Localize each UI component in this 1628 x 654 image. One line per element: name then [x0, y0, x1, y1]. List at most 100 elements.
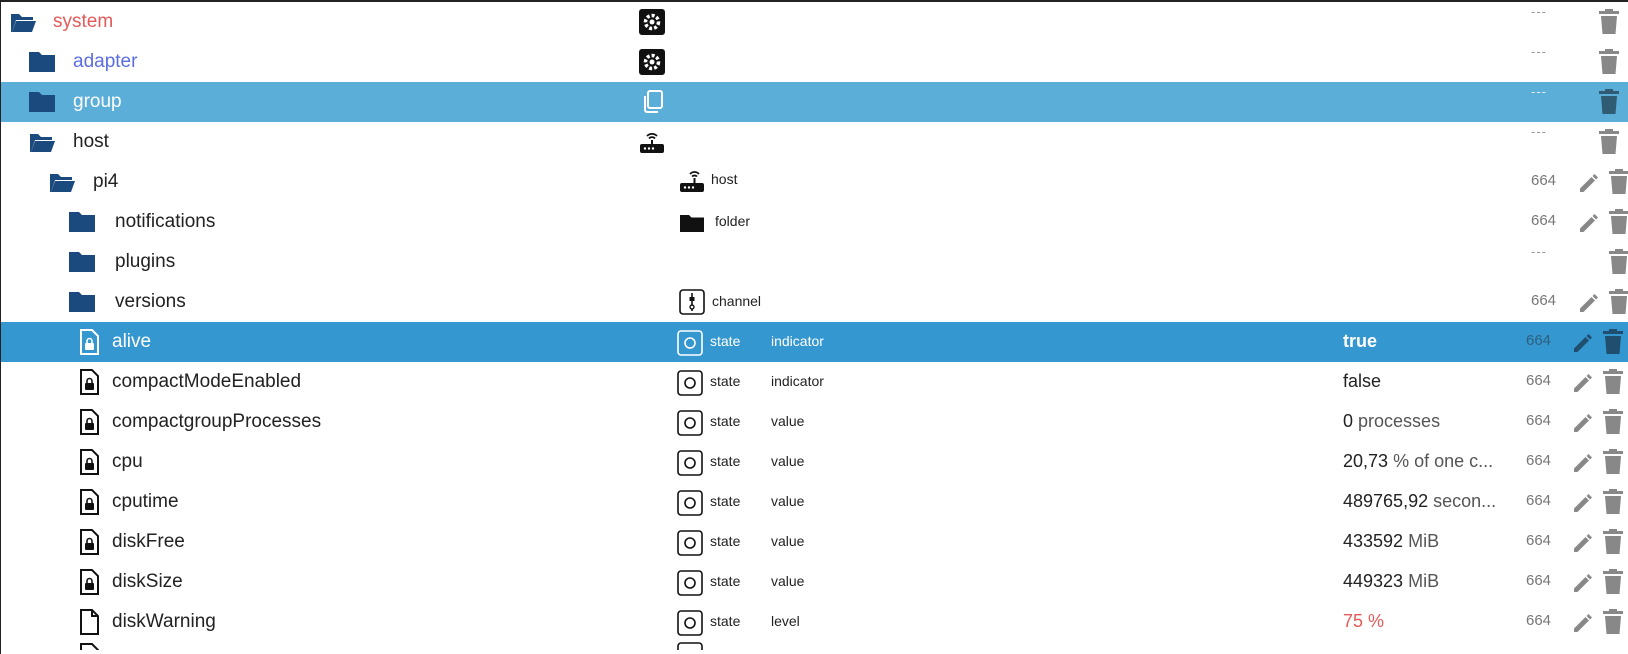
acl-label: --- [1531, 244, 1547, 259]
object-type-label: state [710, 333, 741, 349]
object-type-label: channel [712, 293, 762, 309]
tree-item-label: versions [115, 291, 186, 312]
tree-row-group[interactable]: group --- [1, 82, 1628, 122]
delete-icon[interactable] [1597, 89, 1621, 115]
folder-icon [69, 292, 95, 312]
file-lock-icon [80, 409, 99, 435]
tree-row-cputime[interactable]: cputime state value 489765,92 secon... 6… [1, 482, 1628, 522]
state-value[interactable]: 75 % [1343, 611, 1505, 632]
delete-icon[interactable] [1597, 49, 1621, 75]
edit-icon[interactable] [1571, 331, 1595, 355]
delete-icon[interactable] [1597, 129, 1621, 155]
tree-row-versions[interactable]: versions channel 664 [1, 282, 1628, 322]
tree-item-label: plugins [115, 251, 176, 272]
delete-icon[interactable] [1601, 369, 1625, 395]
delete-icon[interactable] [1607, 169, 1628, 195]
tree-row-adapter[interactable]: adapter --- [1, 42, 1628, 82]
tree-row-alive[interactable]: alive state indicator true 664 [1, 322, 1628, 362]
delete-icon[interactable] [1597, 9, 1621, 35]
delete-icon[interactable] [1607, 209, 1628, 235]
state-value[interactable]: 489765,92 secon... [1343, 491, 1505, 512]
state-value-unit: processes [1358, 411, 1441, 431]
edit-icon[interactable] [1571, 531, 1595, 555]
tree-row-notifications[interactable]: notifications folder 664 [1, 202, 1628, 242]
delete-icon[interactable] [1601, 609, 1625, 635]
tree-row-compactgroupProcesses[interactable]: compactgroupProcesses state value 0 proc… [1, 402, 1628, 442]
state-value-number: 433592 [1343, 531, 1404, 551]
folder-icon [29, 52, 55, 72]
tree-item-label: notifications [115, 211, 216, 232]
state-icon [677, 410, 703, 436]
file-lock-icon [80, 329, 99, 355]
delete-icon[interactable] [1601, 329, 1625, 355]
tree-item-label: cpu [112, 451, 143, 472]
acl-label: 664 [1526, 332, 1552, 349]
tree-row-diskFree[interactable]: diskFree state value 433592 MiB 664 [1, 522, 1628, 562]
state-value[interactable]: 20,73 % of one c... [1343, 451, 1505, 472]
object-role-label: value [771, 453, 805, 469]
tree-row-pi4[interactable]: pi4 host 664 [1, 162, 1628, 202]
state-value-number: 489765,92 [1343, 491, 1429, 511]
state-icon [677, 570, 703, 596]
tree-row-host[interactable]: host --- [1, 122, 1628, 162]
delete-icon[interactable] [1601, 489, 1625, 515]
tree-row-compactModeEnabled[interactable]: compactModeEnabled state indicator false… [1, 362, 1628, 402]
tree-item-label: diskSize [112, 571, 183, 592]
delete-icon[interactable] [1607, 289, 1628, 315]
file-lock-icon [80, 449, 99, 475]
delete-icon[interactable] [1607, 249, 1628, 275]
tree-item-label: host [73, 131, 109, 152]
acl-label: 664 [1526, 612, 1552, 629]
edit-icon[interactable] [1577, 211, 1601, 235]
gear-icon [639, 49, 665, 75]
delete-icon[interactable] [1601, 449, 1625, 475]
tree-row-diskWarning[interactable]: diskWarning state level 75 % 664 [1, 602, 1628, 642]
state-value[interactable]: true [1343, 331, 1505, 352]
tree-row-diskSize[interactable]: diskSize state value 449323 MiB 664 [1, 562, 1628, 602]
edit-icon[interactable] [1577, 171, 1601, 195]
delete-icon[interactable] [1601, 409, 1625, 435]
state-icon [677, 610, 703, 636]
tree-row-cpu[interactable]: cpu state value 20,73 % of one c... 664 [1, 442, 1628, 482]
edit-icon[interactable] [1571, 371, 1595, 395]
edit-icon[interactable] [1571, 411, 1595, 435]
acl-label: --- [1531, 4, 1547, 19]
state-value[interactable]: false [1343, 371, 1505, 392]
state-icon [677, 330, 703, 356]
object-type-label: state [710, 533, 741, 549]
state-value-unit: MiB [1408, 531, 1440, 551]
delete-icon[interactable] [1601, 529, 1625, 555]
edit-icon[interactable] [1577, 291, 1601, 315]
object-type-label: state [710, 453, 741, 469]
state-value-number: 0 [1343, 411, 1354, 431]
acl-label: 664 [1526, 452, 1552, 469]
gear-icon [639, 9, 665, 35]
tree-item-label: group [73, 91, 122, 112]
object-tree: system --- adapter --- group --- host --… [1, 2, 1628, 650]
state-value[interactable]: 433592 MiB [1343, 531, 1505, 552]
tree-row-plugins[interactable]: plugins --- [1, 242, 1628, 282]
edit-icon[interactable] [1571, 611, 1595, 635]
object-role-label: indicator [771, 333, 824, 349]
folder-open-icon [11, 14, 36, 32]
state-value-unit: MiB [1408, 571, 1440, 591]
object-type-label: state [710, 573, 741, 589]
acl-label: --- [1531, 84, 1547, 99]
folder-open-icon [50, 174, 75, 192]
file-lock-icon [80, 569, 99, 595]
acl-label: 664 [1526, 532, 1552, 549]
delete-icon[interactable] [1601, 569, 1625, 595]
edit-icon[interactable] [1571, 491, 1595, 515]
object-role-label: value [771, 413, 805, 429]
router-icon [680, 171, 704, 192]
edit-icon[interactable] [1571, 451, 1595, 475]
tree-row-system[interactable]: system --- [1, 2, 1628, 42]
state-value[interactable]: 449323 MiB [1343, 571, 1505, 592]
tree-item-label: compactModeEnabled [112, 371, 302, 392]
state-value[interactable]: 0 processes [1343, 411, 1505, 432]
edit-icon[interactable] [1571, 571, 1595, 595]
object-role-label: level [771, 613, 800, 629]
acl-label: --- [1531, 44, 1547, 59]
file-icon [80, 643, 99, 650]
folder-icon [680, 215, 704, 232]
